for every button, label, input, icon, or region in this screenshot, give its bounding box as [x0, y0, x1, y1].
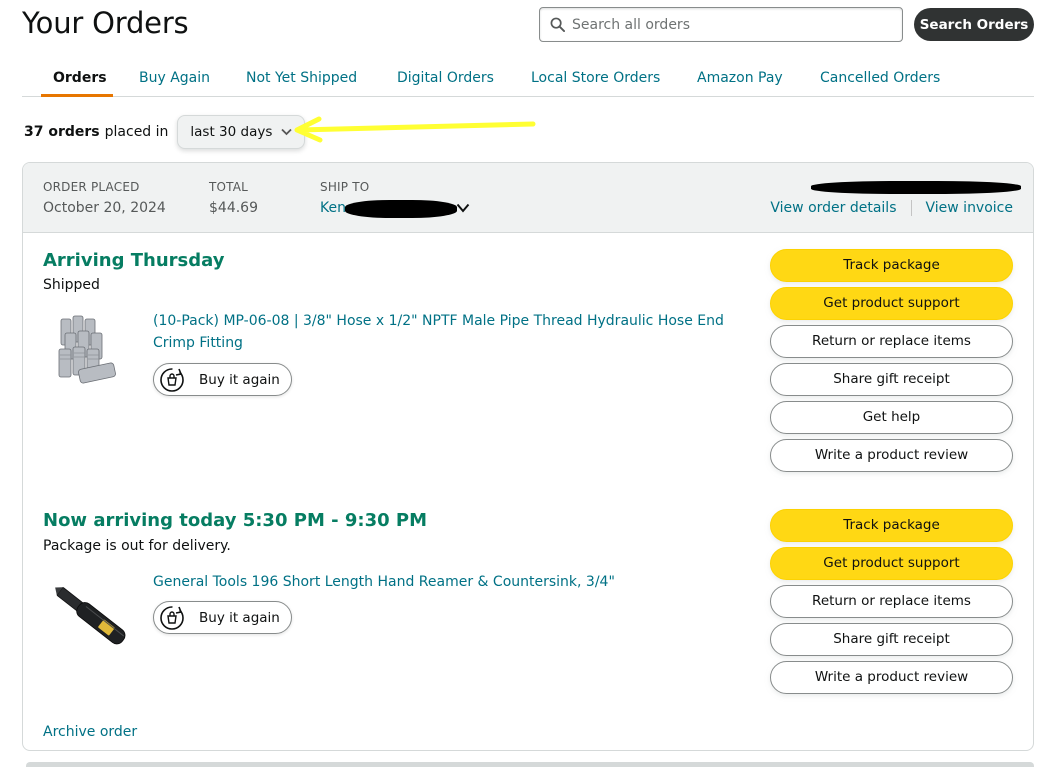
page-title: Your Orders [22, 6, 189, 40]
delivery-status-title: Now arriving today 5:30 PM - 9:30 PM [43, 510, 428, 531]
tab-orders[interactable]: Orders [53, 70, 107, 86]
time-range-value: last 30 days [190, 124, 273, 140]
product-image-hand-reamer[interactable] [45, 571, 135, 661]
divider [910, 200, 912, 216]
order-count: 37 orders [24, 124, 100, 140]
search-input[interactable] [572, 16, 902, 33]
order-placed-label: ORDER PLACED [43, 180, 140, 194]
product-title-link[interactable]: General Tools 196 Short Length Hand Ream… [153, 571, 743, 593]
tab-digital-orders[interactable]: Digital Orders [397, 70, 494, 86]
next-order-card-edge [26, 762, 1034, 767]
view-order-details-link[interactable]: View order details [770, 200, 896, 216]
write-review-button[interactable]: Write a product review [770, 439, 1013, 472]
buy-it-again-label: Buy it again [199, 609, 280, 626]
tab-local-store-orders[interactable]: Local Store Orders [531, 70, 660, 86]
ship-to-name-link[interactable]: Ken [320, 200, 346, 216]
shipment-actions: Track package Get product support Return… [770, 249, 1014, 477]
shipment-1: Arriving Thursday Shipped (10-Pack) MP-0… [23, 233, 1033, 493]
buy-it-again-button[interactable]: Buy it again [153, 363, 292, 396]
share-gift-receipt-button[interactable]: Share gift receipt [770, 623, 1013, 656]
order-total-value: $44.69 [209, 200, 258, 216]
buy-it-again-label: Buy it again [199, 371, 280, 388]
get-help-button[interactable]: Get help [770, 401, 1013, 434]
tab-amazon-pay[interactable]: Amazon Pay [697, 70, 783, 86]
write-review-button[interactable]: Write a product review [770, 661, 1013, 694]
order-card: ORDER PLACED October 20, 2024 TOTAL $44.… [22, 162, 1034, 751]
product-image-hose-fittings[interactable] [45, 311, 135, 401]
buy-again-icon [160, 367, 184, 392]
redaction-mark [811, 181, 1021, 194]
get-product-support-button[interactable]: Get product support [770, 547, 1013, 580]
search-box[interactable] [539, 7, 903, 42]
return-or-replace-button[interactable]: Return or replace items [770, 325, 1013, 358]
chevron-down-icon [281, 128, 293, 136]
tab-not-yet-shipped[interactable]: Not Yet Shipped [246, 70, 357, 86]
time-range-dropdown[interactable]: last 30 days [177, 115, 306, 149]
product-title-link[interactable]: (10-Pack) MP-06-08 | 3/8" Hose x 1/2" NP… [153, 310, 743, 354]
archive-order-link[interactable]: Archive order [43, 724, 137, 740]
active-tab-indicator [41, 94, 113, 97]
order-header-actions: View order details View invoice [770, 200, 1013, 216]
order-total-label: TOTAL [209, 180, 249, 194]
order-header: ORDER PLACED October 20, 2024 TOTAL $44.… [23, 163, 1033, 233]
search-orders-button[interactable]: Search Orders [914, 8, 1034, 41]
search-icon [550, 17, 565, 32]
share-gift-receipt-button[interactable]: Share gift receipt [770, 363, 1013, 396]
order-filter-row: 37 orders placed in last 30 days [24, 115, 306, 149]
placed-in-label: placed in [104, 124, 169, 140]
buy-again-icon [160, 605, 184, 630]
chevron-down-icon[interactable] [456, 203, 470, 213]
delivery-status-subtitle: Package is out for delivery. [43, 538, 231, 554]
order-placed-value: October 20, 2024 [43, 200, 166, 216]
buy-it-again-button[interactable]: Buy it again [153, 601, 292, 634]
delivery-status-subtitle: Shipped [43, 277, 100, 293]
view-invoice-link[interactable]: View invoice [926, 200, 1014, 216]
return-or-replace-button[interactable]: Return or replace items [770, 585, 1013, 618]
delivery-status-title: Arriving Thursday [43, 250, 225, 271]
ship-to-label: SHIP TO [320, 180, 370, 194]
highlighter-arrow-annotation [294, 116, 536, 143]
track-package-button[interactable]: Track package [770, 249, 1013, 282]
tab-cancelled-orders[interactable]: Cancelled Orders [820, 70, 940, 86]
order-tabs: Orders Buy Again Not Yet Shipped Digital… [22, 60, 1034, 97]
shipment-actions: Track package Get product support Return… [770, 509, 1014, 699]
redaction-mark [345, 200, 457, 218]
track-package-button[interactable]: Track package [770, 509, 1013, 542]
get-product-support-button[interactable]: Get product support [770, 287, 1013, 320]
tab-buy-again[interactable]: Buy Again [139, 70, 210, 86]
shipment-2: Now arriving today 5:30 PM - 9:30 PM Pac… [23, 493, 1033, 723]
